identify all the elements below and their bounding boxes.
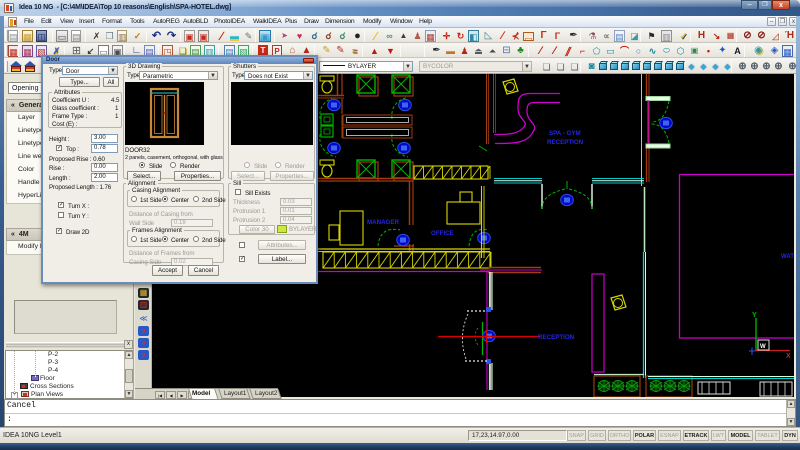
svg-text:WAT: WAT — [781, 254, 794, 260]
svg-text:W: W — [760, 344, 766, 350]
svg-text:RECEPTION: RECEPTION — [547, 139, 584, 146]
svg-text:OFFICE: OFFICE — [431, 230, 454, 237]
svg-text:SPA - GYM: SPA - GYM — [549, 130, 581, 137]
svg-text:Y: Y — [752, 312, 757, 319]
svg-text:MANAGER: MANAGER — [367, 219, 399, 226]
svg-text:RECEPTION: RECEPTION — [538, 334, 575, 341]
svg-text:X: X — [786, 353, 791, 360]
